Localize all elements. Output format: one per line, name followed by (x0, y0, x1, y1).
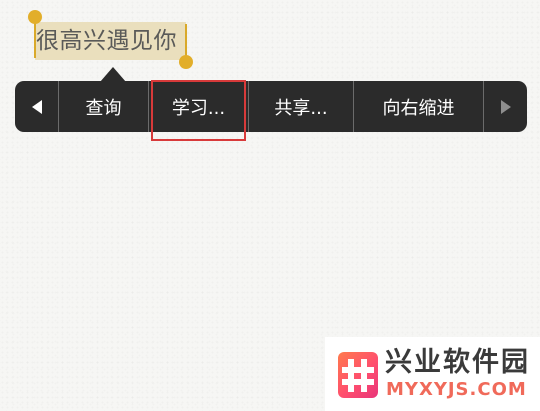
menu-item-share[interactable]: 共享... (249, 81, 354, 132)
menu-item-indent-right[interactable]: 向右缩进 (354, 81, 484, 132)
selection-start-handle-line (34, 18, 36, 58)
selected-text[interactable]: 很高兴遇见你 (36, 25, 177, 57)
hash-logo-graphic (342, 359, 374, 392)
selection-start-handle[interactable] (28, 10, 42, 24)
selection-end-handle[interactable] (179, 55, 193, 69)
menu-prev-button[interactable] (15, 81, 59, 132)
menu-next-button[interactable] (484, 81, 527, 132)
watermark-url: MYXYJS.COM (386, 379, 527, 400)
chevron-left-icon (31, 99, 42, 114)
edit-menu: 查询 学习... 共享... 向右缩进 (15, 81, 527, 132)
hash-logo-icon (338, 352, 378, 398)
watermark: 兴业软件园 MYXYJS.COM (325, 337, 540, 411)
menu-item-lookup[interactable]: 查询 (59, 81, 149, 132)
menu-item-learn[interactable]: 学习... (149, 81, 249, 132)
edit-menu-pointer (100, 67, 126, 82)
watermark-title: 兴业软件园 (385, 347, 530, 378)
chevron-right-icon (500, 99, 511, 114)
